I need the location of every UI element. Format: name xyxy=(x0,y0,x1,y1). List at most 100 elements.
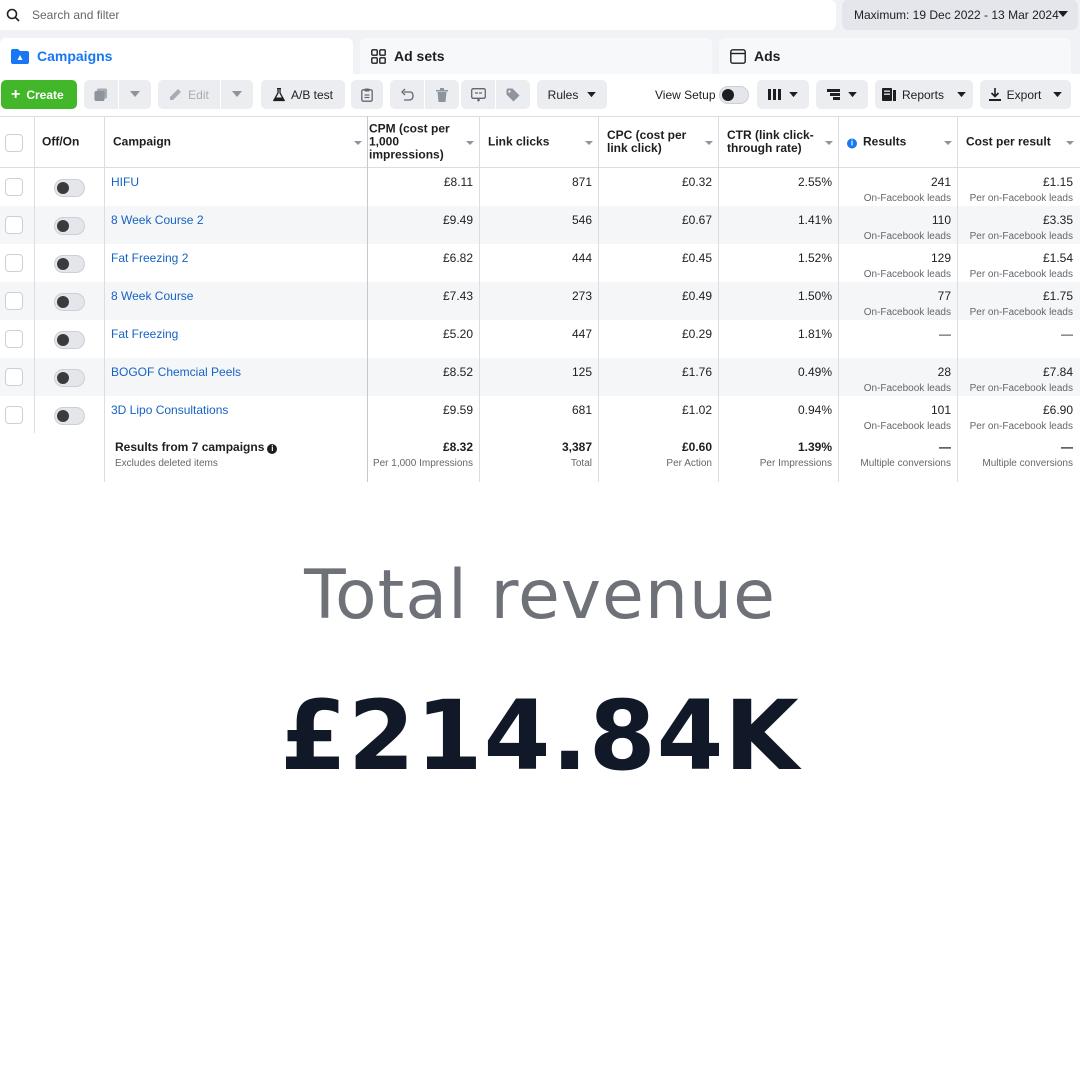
export-button[interactable]: Export xyxy=(980,80,1071,109)
campaign-toggle[interactable] xyxy=(54,255,85,273)
edit-button[interactable]: Edit xyxy=(158,80,220,109)
view-setup-toggle[interactable] xyxy=(719,86,749,104)
ab-test-button[interactable]: A/B test xyxy=(261,80,345,109)
tab-campaigns[interactable]: Campaigns xyxy=(0,38,353,74)
header-link-clicks[interactable]: Link clicks xyxy=(480,116,599,168)
table-row[interactable]: 3D Lipo Consultations £9.59 681 £1.02 0.94% 1… xyxy=(0,396,1080,434)
header-cpm[interactable]: CPM (cost per 1,000 impressions) xyxy=(368,116,480,168)
column-divider xyxy=(104,116,105,482)
cell-link-clicks: 871 xyxy=(571,175,592,189)
table-row[interactable]: Fat Freezing 2 £6.82 444 £0.45 1.52% 129 On-Fa… xyxy=(0,244,1080,282)
cell-cost-per-result: £6.90 Per on-Facebook leads xyxy=(969,403,1073,432)
cell-results: 241 On-Facebook leads xyxy=(863,175,951,204)
column-divider xyxy=(479,116,480,482)
clipboard-icon xyxy=(361,88,373,102)
row-checkbox[interactable] xyxy=(5,368,23,386)
chevron-down-icon xyxy=(957,91,966,97)
flask-icon xyxy=(272,87,285,101)
campaign-name-link[interactable]: Fat Freezing 2 xyxy=(111,251,188,265)
campaign-toggle[interactable] xyxy=(54,407,85,425)
create-button[interactable]: + Create xyxy=(1,80,77,109)
table-row[interactable]: 8 Week Course £7.43 273 £0.49 1.50% 77 On-Face… xyxy=(0,282,1080,320)
cell-cpm: £6.82 xyxy=(442,251,473,265)
info-icon[interactable]: i xyxy=(267,444,278,454)
header-off-on: Off/On xyxy=(34,116,105,168)
campaign-name-link[interactable]: BOGOF Chemcial Peels xyxy=(111,365,241,379)
header-cpc[interactable]: CPC (cost per link click) xyxy=(599,116,719,168)
ad-icon xyxy=(730,48,746,64)
cell-cpc: £0.29 xyxy=(681,327,712,341)
header-cost-per-result[interactable]: Cost per result xyxy=(958,116,1080,168)
campaign-name-link[interactable]: 3D Lipo Consultations xyxy=(111,403,228,417)
reports-button[interactable]: Reports xyxy=(875,80,973,109)
undo-icon xyxy=(401,88,414,101)
summary-cpm: £8.32 Per 1,000 Impressions xyxy=(372,440,473,469)
cell-cost-per-result: — xyxy=(1061,327,1073,341)
table-row[interactable]: HIFU £8.11 871 £0.32 2.55% 241 On-Facebook lea… xyxy=(0,168,1080,206)
search-input[interactable]: Search and filter xyxy=(0,0,836,30)
campaign-toggle[interactable] xyxy=(54,369,85,387)
duplicate-dropdown-button[interactable] xyxy=(119,80,151,109)
campaign-name-link[interactable]: 8 Week Course xyxy=(111,289,193,303)
revenue-value: £214.84K xyxy=(280,680,800,792)
columns-button[interactable] xyxy=(757,80,809,109)
tab-ads[interactable]: Ads xyxy=(719,38,1071,74)
sort-icon xyxy=(585,141,593,145)
row-checkbox[interactable] xyxy=(5,254,23,272)
reports-icon xyxy=(881,88,896,101)
cell-link-clicks: 546 xyxy=(571,213,592,227)
campaign-toggle[interactable] xyxy=(54,217,85,235)
cell-cost-per-result: £3.35 Per on-Facebook leads xyxy=(969,213,1073,242)
campaign-name-link[interactable]: Fat Freezing xyxy=(111,327,178,341)
header-ctr[interactable]: CTR (link click-through rate) xyxy=(719,116,839,168)
chevron-down-icon xyxy=(1053,91,1063,97)
row-checkbox[interactable] xyxy=(5,292,23,310)
header-campaign[interactable]: Campaign xyxy=(105,116,368,168)
date-range-picker[interactable]: Maximum: 19 Dec 2022 - 13 Mar 2024 xyxy=(842,0,1078,30)
campaign-toggle[interactable] xyxy=(54,293,85,311)
rules-button[interactable]: Rules xyxy=(537,80,607,109)
select-all-checkbox[interactable] xyxy=(5,134,23,152)
row-checkbox[interactable] xyxy=(5,216,23,234)
row-checkbox[interactable] xyxy=(5,178,23,196)
sort-icon xyxy=(944,141,952,145)
cell-cpc: £0.49 xyxy=(681,289,712,303)
tab-ad-sets[interactable]: Ad sets xyxy=(360,38,712,74)
column-divider xyxy=(838,116,839,482)
tag-button[interactable] xyxy=(496,80,530,109)
header-results[interactable]: i Results xyxy=(839,116,958,168)
cell-ctr: 0.49% xyxy=(797,365,832,379)
summary-results: — Multiple conversions xyxy=(860,440,951,469)
top-bar: Search and filter Maximum: 19 Dec 2022 -… xyxy=(0,0,1080,32)
breakdown-button[interactable] xyxy=(816,80,868,109)
undo-button[interactable] xyxy=(390,80,424,109)
revenue-label: Total revenue xyxy=(304,556,776,635)
duplicate-button[interactable] xyxy=(84,80,118,109)
column-divider xyxy=(718,116,719,482)
row-checkbox[interactable] xyxy=(5,330,23,348)
delete-button[interactable] xyxy=(425,80,459,109)
sort-icon xyxy=(466,141,474,145)
cell-ctr: 1.52% xyxy=(797,251,832,265)
cell-ctr: 1.41% xyxy=(797,213,832,227)
edit-dropdown-button[interactable] xyxy=(221,80,253,109)
summary-link-clicks: 3,387 Total xyxy=(561,440,592,469)
cell-cpm: £5.20 xyxy=(442,327,473,341)
campaign-toggle[interactable] xyxy=(54,179,85,197)
campaign-name-link[interactable]: HIFU xyxy=(111,175,139,189)
campaign-name-link[interactable]: 8 Week Course 2 xyxy=(111,213,204,227)
chevron-down-icon xyxy=(848,91,857,97)
table-row[interactable]: Fat Freezing £5.20 447 £0.29 1.81% — — xyxy=(0,320,1080,358)
cell-cpc: £0.45 xyxy=(681,251,712,265)
table-row[interactable]: BOGOF Chemcial Peels £8.52 125 £1.76 0.49% 28… xyxy=(0,358,1080,396)
search-icon xyxy=(6,8,20,22)
preview-button[interactable] xyxy=(461,80,495,109)
cell-cpc: £1.02 xyxy=(681,403,712,417)
summary-title: Results from 7 campaigns xyxy=(115,440,265,454)
cell-link-clicks: 447 xyxy=(571,327,592,341)
campaign-toggle[interactable] xyxy=(54,331,85,349)
plus-icon: + xyxy=(11,85,21,103)
row-checkbox[interactable] xyxy=(5,406,23,424)
clipboard-button[interactable] xyxy=(351,80,383,109)
table-row[interactable]: 8 Week Course 2 £9.49 546 £0.67 1.41% 110 On-F… xyxy=(0,206,1080,244)
